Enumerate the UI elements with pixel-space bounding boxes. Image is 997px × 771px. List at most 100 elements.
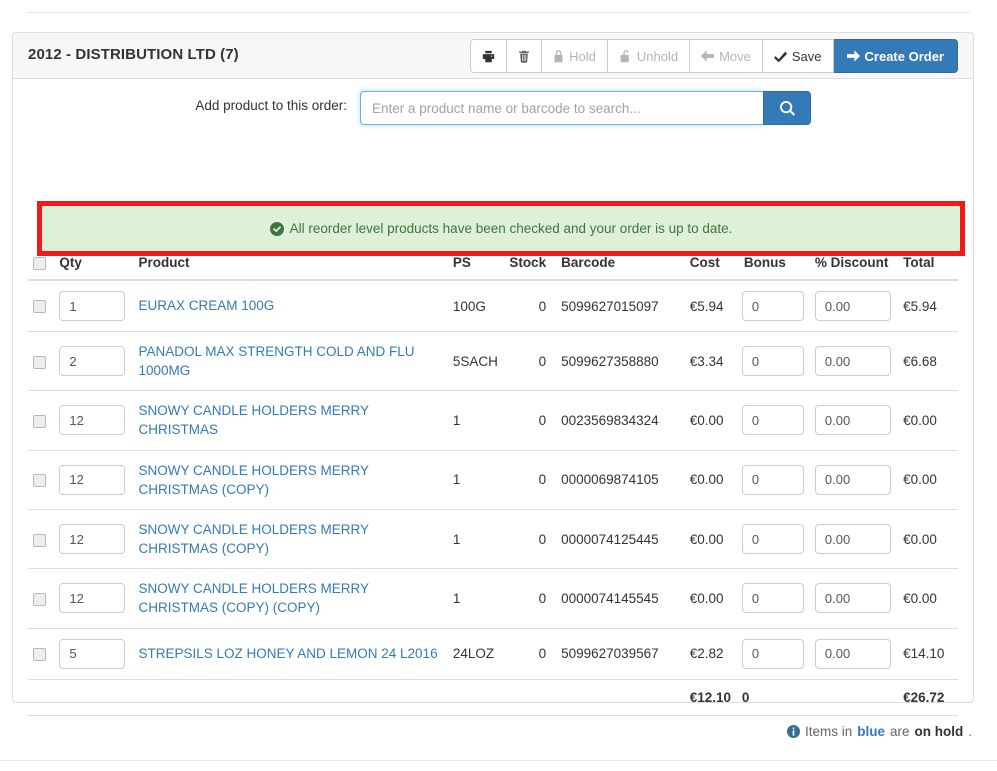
bonus-input[interactable] [741,346,804,377]
hold-label: Hold [569,48,596,64]
bonus-cell [736,568,810,629]
add-product-row: Add product to this order: [13,80,973,133]
unhold-button[interactable]: Unhold [607,39,691,73]
bonus-input[interactable] [741,405,804,436]
hold-button[interactable]: Hold [542,39,608,73]
table-header-row: Qty Product PS Stock Barcode Cost Bonus … [28,247,958,281]
column-header-qty: Qty [54,247,134,281]
row-checkbox[interactable] [33,648,46,661]
row-checkbox[interactable] [33,592,46,606]
ps-cell: 1 [447,568,504,629]
select-all-checkbox[interactable] [33,256,46,270]
bonus-input[interactable] [741,524,804,555]
legend-middle: are [889,724,910,739]
qty-input[interactable] [59,291,126,321]
stock-cell: 0 [538,298,547,314]
barcode-cell: 0000069874105 [556,449,676,510]
bottom-divider [0,760,997,761]
product-link[interactable]: EURAX CREAM 100G [138,296,274,315]
search-icon [779,100,795,116]
cost-cell: €2.82 [675,627,737,680]
create-order-button[interactable]: Create Order [833,39,958,73]
row-checkbox[interactable] [33,474,46,488]
row-select-cell [28,280,54,332]
row-select-cell [28,568,55,629]
barcode-cell: 5099627039567 [556,627,676,680]
table-body: EURAX CREAM 100G 100G 0 5099627015097 €5… [28,280,958,680]
product-link[interactable]: SNOWY CANDLE HOLDERS MERRY CHRISTMAS (CO… [138,461,442,499]
qty-input[interactable] [59,464,126,495]
row-checkbox[interactable] [33,414,46,428]
legend-blue-word: blue [857,724,885,739]
legend-prefix: Items in [804,724,853,739]
move-button[interactable]: Move [690,39,763,73]
column-header-ps: PS [447,247,504,281]
totals-total: €26.72 [897,678,958,716]
arrow-right-icon [846,50,860,62]
bonus-input[interactable] [741,583,804,614]
qty-input[interactable] [59,346,126,377]
order-card: 2012 - DISTRIBUTION LTD (7) Hold Unhold … [12,32,974,716]
stock-cell: 0 [503,627,557,680]
delete-button[interactable] [507,39,543,73]
discount-input[interactable] [814,524,891,555]
add-product-label: Add product to this order: [195,98,347,113]
qty-cell [54,390,134,451]
row-select-cell [28,627,55,680]
qty-cell [54,627,134,680]
cost-cell: €0.00 [675,449,737,510]
table-row: PANADOL MAX STRENGTH COLD AND FLU 1000MG… [28,330,958,391]
product-cell: SNOWY CANDLE HOLDERS MERRY CHRISTMAS (CO… [133,508,448,569]
product-link[interactable]: STREPSILS LOZ HONEY AND LEMON 24 L2016 [138,644,437,663]
alert-message: All reorder level products have been che… [289,221,733,236]
stock-cell: 0 [503,330,557,391]
qty-cell [54,449,134,510]
discount-input[interactable] [814,464,891,495]
save-button[interactable]: Save [762,39,834,73]
stock-cell: 0 [503,449,557,510]
row-checkbox[interactable] [33,533,46,547]
row-checkbox[interactable] [33,300,46,314]
product-link[interactable]: SNOWY CANDLE HOLDERS MERRY CHRISTMAS (CO… [138,520,442,558]
unhold-label: Unhold [636,48,679,64]
stock-cell: 0 [503,568,557,629]
product-link[interactable]: SNOWY CANDLE HOLDERS MERRY CHRISTMAS (CO… [138,579,442,617]
totals-blank-7 [809,678,898,716]
total-cell: €0.00 [897,449,958,510]
total-cell: €5.94 [903,298,937,314]
row-checkbox[interactable] [33,355,46,369]
product-search-button[interactable] [763,91,811,125]
bonus-cell [736,449,810,510]
barcode-cell: 0000074145545 [556,568,676,629]
bonus-input[interactable] [741,464,804,495]
bonus-cell [736,627,810,680]
product-link[interactable]: PANADOL MAX STRENGTH COLD AND FLU 1000MG [138,342,442,380]
bonus-input[interactable] [741,291,804,321]
bonus-input[interactable] [741,638,804,669]
qty-input[interactable] [59,524,126,555]
totals-blank-3 [133,678,448,716]
qty-cell [54,508,134,569]
qty-cell [54,568,134,629]
totals-cost: €12.10 [675,678,737,716]
discount-input[interactable] [814,638,891,669]
qty-input[interactable] [59,583,126,614]
discount-input[interactable] [814,583,891,614]
discount-input[interactable] [814,405,891,436]
ps-cell: 1 [447,449,504,510]
discount-input[interactable] [814,346,891,377]
qty-input[interactable] [59,638,126,669]
discount-input[interactable] [814,291,891,321]
check-icon [773,50,787,62]
product-link[interactable]: SNOWY CANDLE HOLDERS MERRY CHRISTMAS [138,401,442,439]
product-search-input[interactable] [360,91,763,125]
print-button[interactable] [470,39,508,73]
page-root: 2012 - DISTRIBUTION LTD (7) Hold Unhold … [0,0,997,771]
totals-row: €12.10 0 €26.72 [28,678,958,716]
lock-icon [553,49,564,63]
qty-input[interactable] [59,405,126,436]
product-cell: STREPSILS LOZ HONEY AND LEMON 24 L2016 [133,627,448,680]
table-row: SNOWY CANDLE HOLDERS MERRY CHRISTMAS (CO… [28,508,958,569]
column-header-barcode: Barcode [556,247,676,281]
ps-cell: 1 [447,390,504,451]
